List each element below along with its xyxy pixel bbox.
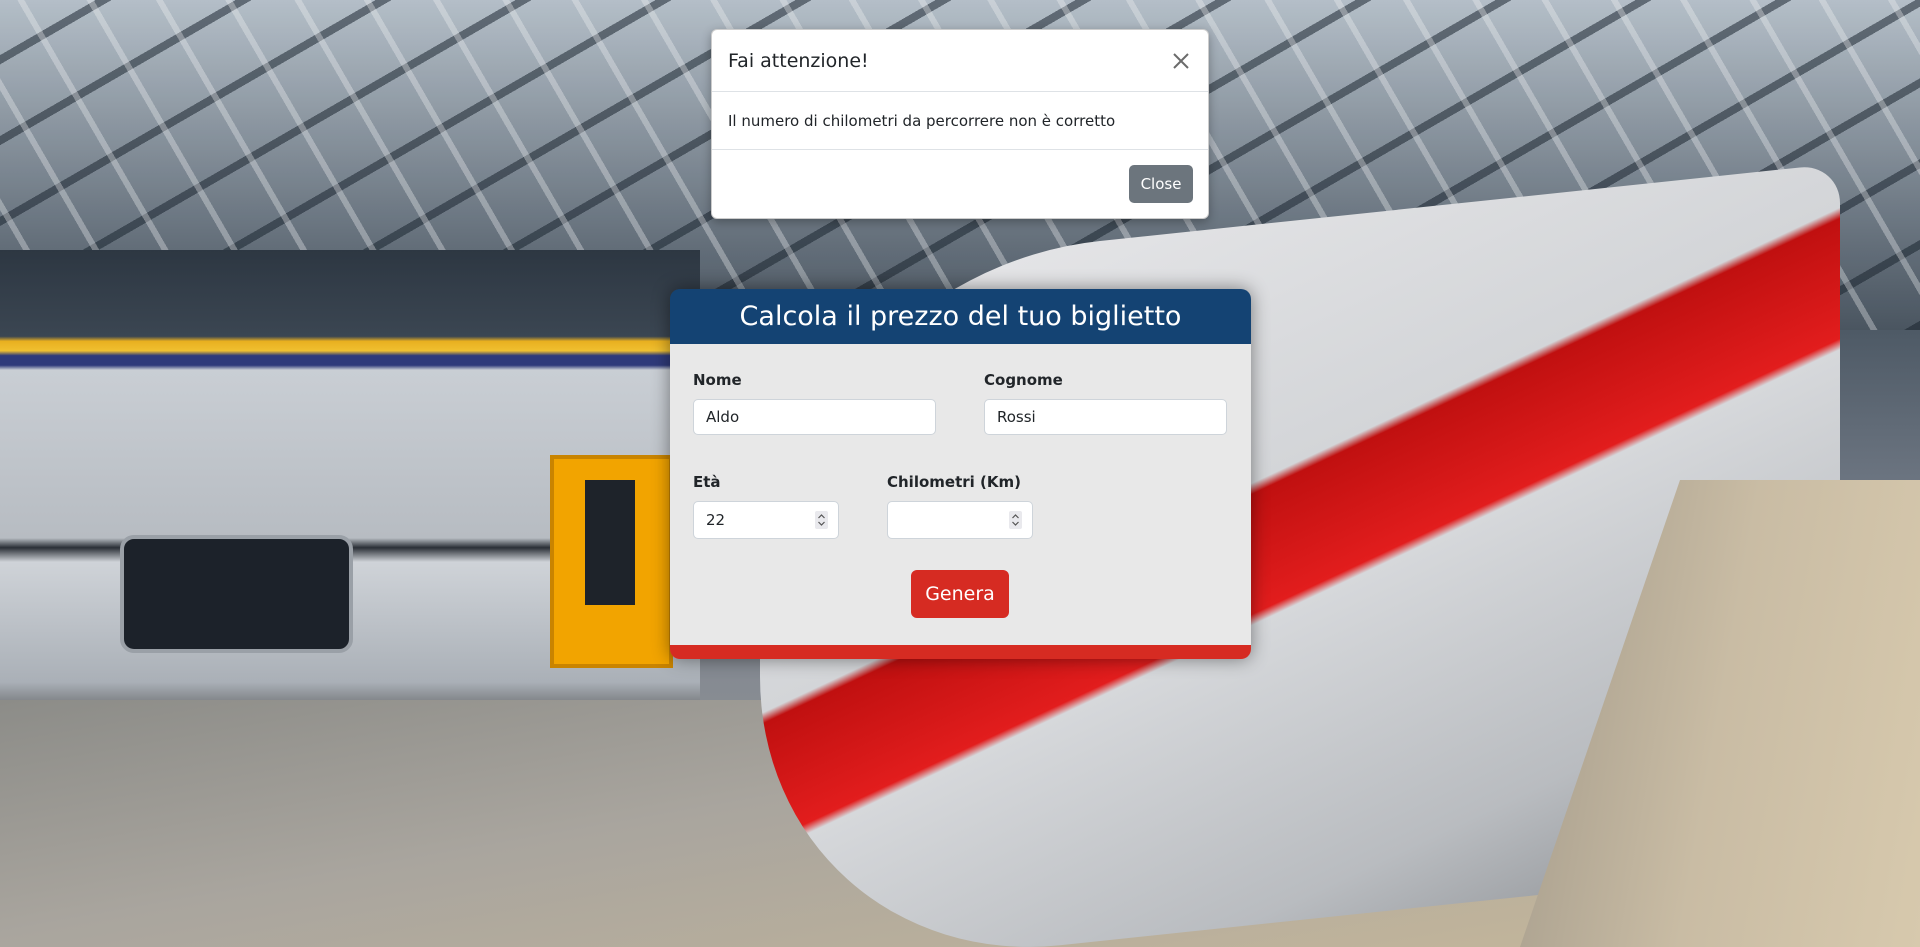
alert-modal: Fai attenzione! Il numero di chilometri … [711,29,1209,219]
km-label: Chilometri (Km) [887,473,1021,491]
close-icon[interactable] [1169,49,1193,73]
nome-input[interactable]: Aldo [693,399,936,435]
close-button[interactable]: Close [1129,165,1193,203]
nome-label: Nome [693,371,742,389]
genera-button[interactable]: Genera [911,570,1009,618]
left-train-window [120,535,353,653]
cognome-input[interactable]: Rossi [984,399,1227,435]
card-footer-bar [670,645,1251,659]
form-title: Calcola il prezzo del tuo biglietto [670,289,1251,344]
eta-input[interactable]: 22 [693,501,839,539]
eta-value: 22 [706,511,726,529]
form-body: Nome Aldo Cognome Rossi Età 22 Chilometr… [670,344,1251,645]
modal-title: Fai attenzione! [728,49,869,72]
eta-label: Età [693,473,721,491]
spinner-arrows-icon[interactable] [815,511,828,529]
spinner-arrows-icon[interactable] [1009,511,1022,529]
cognome-label: Cognome [984,371,1063,389]
modal-header: Fai attenzione! [712,30,1208,92]
modal-footer: Close [712,150,1208,218]
modal-message: Il numero di chilometri da percorrere no… [712,92,1208,150]
km-input[interactable] [887,501,1033,539]
ticket-form-card: Calcola il prezzo del tuo biglietto Nome… [670,289,1251,659]
left-train-door-window [585,480,635,605]
